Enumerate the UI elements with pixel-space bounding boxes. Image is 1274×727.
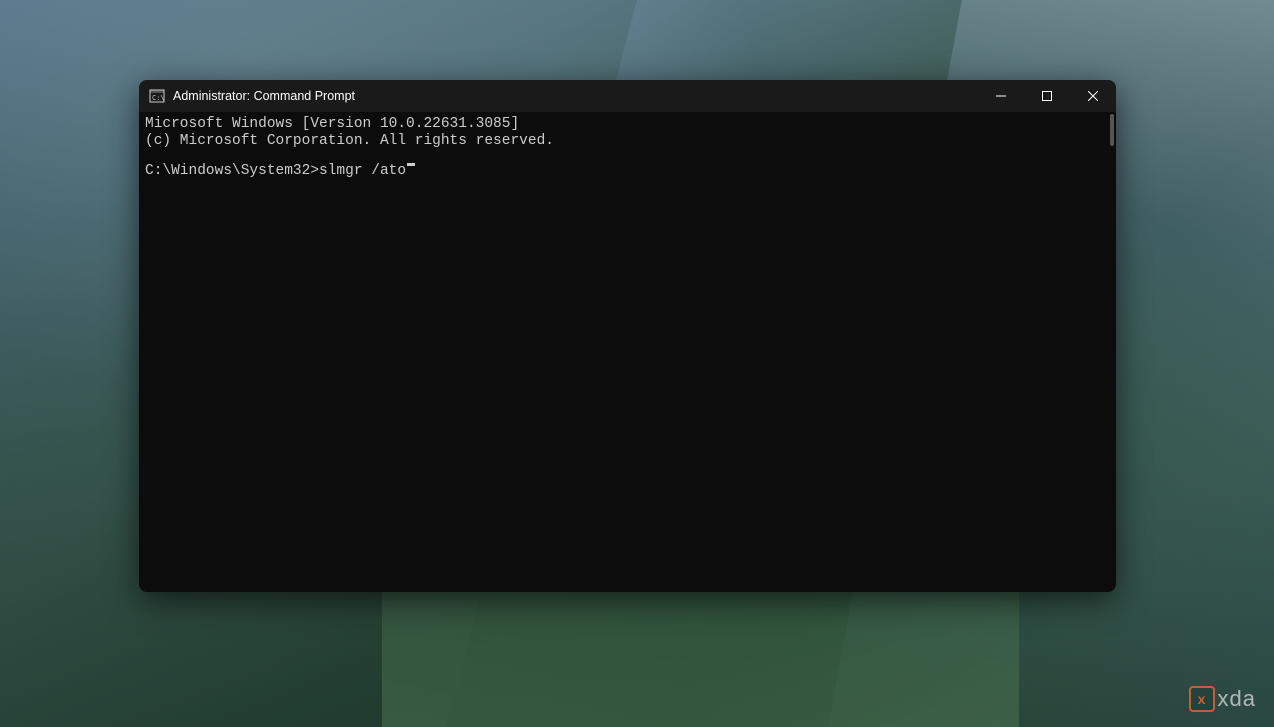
xda-watermark: x xda [1189,686,1256,712]
command-prompt-window: C:\ Administrator: Command Prompt [139,80,1116,592]
close-icon [1088,91,1098,101]
minimize-button[interactable] [978,80,1024,112]
maximize-button[interactable] [1024,80,1070,112]
svg-text:C:\: C:\ [152,94,165,102]
close-button[interactable] [1070,80,1116,112]
terminal-cursor [407,163,415,166]
terminal-prompt: C:\Windows\System32> [145,163,319,180]
maximize-icon [1042,91,1052,101]
window-titlebar[interactable]: C:\ Administrator: Command Prompt [139,80,1116,112]
titlebar-left: C:\ Administrator: Command Prompt [139,88,355,104]
window-controls [978,80,1116,112]
terminal-prompt-line: C:\Windows\System32>slmgr /ato [145,163,1110,180]
xda-logo-icon: x [1189,686,1215,712]
xda-logo-text: xda [1218,686,1256,712]
terminal-output-version: Microsoft Windows [Version 10.0.22631.30… [145,116,1110,133]
cmd-icon: C:\ [149,88,165,104]
terminal-output-copyright: (c) Microsoft Corporation. All rights re… [145,133,1110,150]
minimize-icon [996,91,1006,101]
terminal-scrollbar[interactable] [1110,114,1114,146]
terminal-command-input[interactable]: slmgr /ato [319,163,406,180]
terminal-content-area[interactable]: Microsoft Windows [Version 10.0.22631.30… [139,112,1116,592]
window-title: Administrator: Command Prompt [173,89,355,103]
